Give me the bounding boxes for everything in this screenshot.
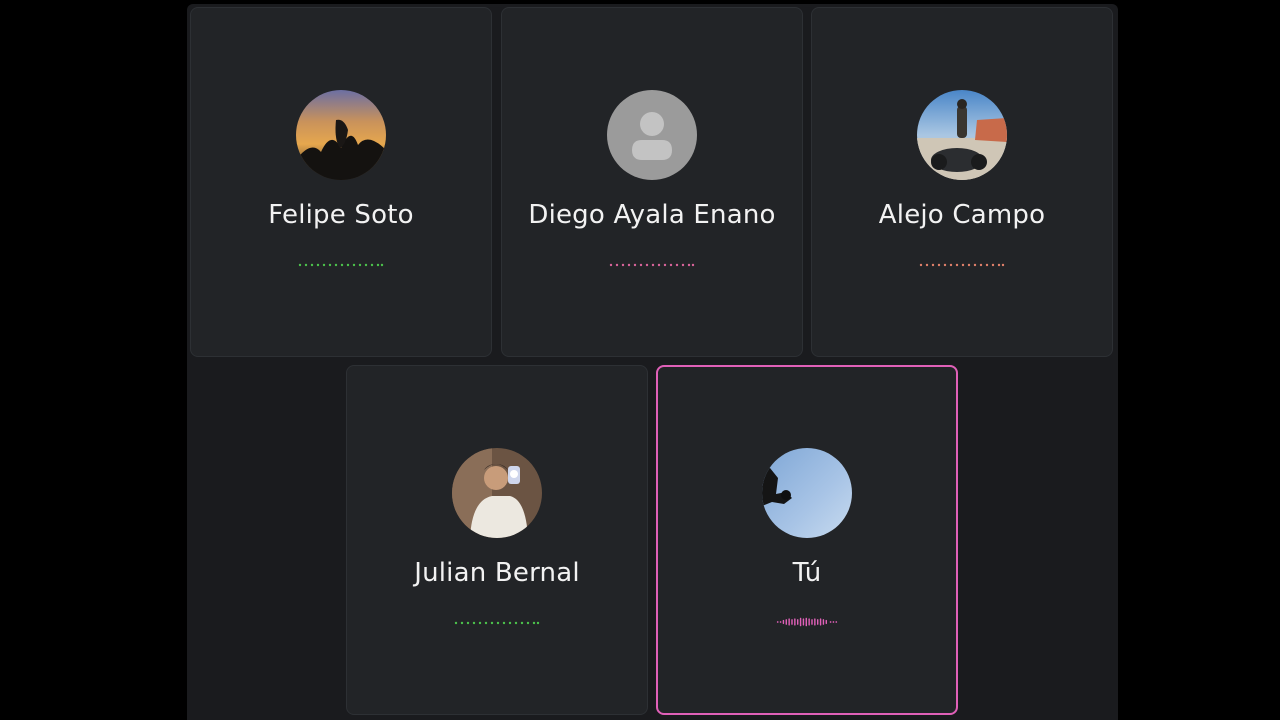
participant-card[interactable]: Julian Bernal [346,365,648,715]
speaking-audio-meter [776,617,838,627]
participant-name: Diego Ayala Enano [528,200,776,230]
audio-level-meter [454,621,540,625]
audio-level-meter [609,263,695,267]
sunset-photo-avatar [296,90,386,180]
participant-name: Julian Bernal [414,558,580,588]
participant-name: Alejo Campo [878,200,1046,230]
default-user-icon [607,90,697,180]
participant-card[interactable]: Diego Ayala Enano [501,7,803,357]
participant-name: Felipe Soto [268,200,414,230]
participant-card[interactable]: Alejo Campo [811,7,1113,357]
call-window: Felipe Soto Diego Ayala Enano Alejo Camp… [187,4,1118,720]
audio-level-meter [298,263,384,267]
mirror-selfie-photo-avatar [452,448,542,538]
participant-card[interactable]: Felipe Soto [190,7,492,357]
avatar [607,90,697,180]
participant-card-self[interactable]: Tú [656,365,958,715]
avatar [296,90,386,180]
participant-name: Tú [792,558,822,588]
avatar [762,448,852,538]
sky-photo-avatar [762,448,852,538]
avatar [452,448,542,538]
motorcycle-photo-avatar [917,90,1007,180]
audio-level-meter [919,263,1005,267]
avatar [917,90,1007,180]
